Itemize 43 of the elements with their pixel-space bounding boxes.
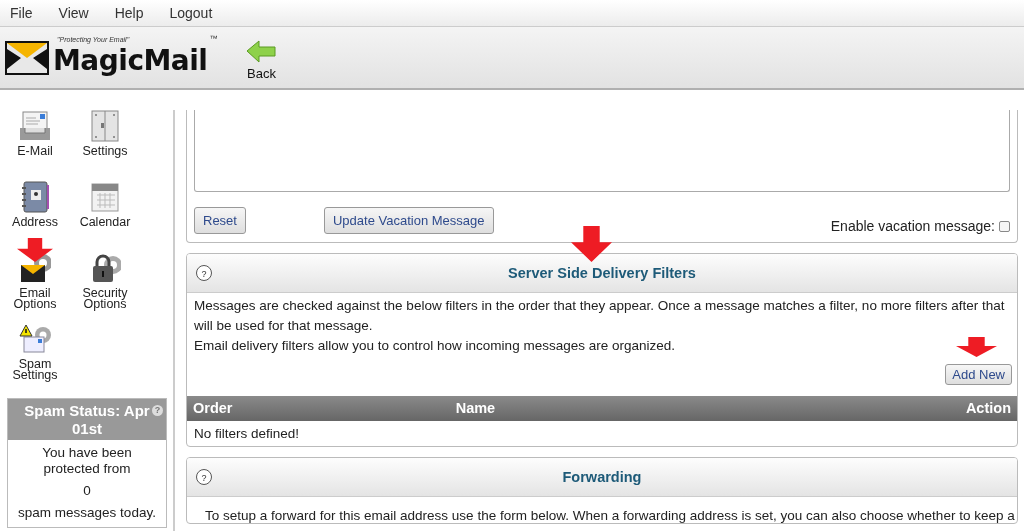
help-icon[interactable]: ?: [196, 265, 212, 281]
checkbox-label: Enable vacation message:: [830, 218, 995, 234]
menu-item[interactable]: Help: [114, 5, 144, 21]
spam-status-text: 0: [82, 483, 92, 499]
mail-tray-icon: [19, 110, 51, 142]
description-text: Messages are checked against the below filters in the order that they appear. Once a message matches a filter, no more filters after that will be used for that message.: [194, 297, 1006, 335]
sidebar-item[interactable]: Security Options: [70, 252, 140, 323]
address-book-icon: [19, 181, 51, 213]
reset-button[interactable]: Reset: [194, 207, 246, 234]
sidebar-item[interactable]: Settings: [70, 110, 140, 181]
checkbox[interactable]: [999, 220, 1010, 232]
calendar-icon: [89, 181, 121, 213]
description-text: To setup a forward for this email address use the form below. When a forwarding address is set, you can also choose whether to keep a: [204, 507, 1016, 523]
logo-text: MagicMail: [53, 44, 208, 77]
envelope-logo-icon: [5, 40, 49, 75]
back-button[interactable]: Back: [245, 38, 278, 81]
menu-item[interactable]: View: [58, 5, 89, 21]
sidebar-item[interactable]: Calendar: [70, 181, 140, 252]
help-icon[interactable]: ?: [196, 469, 212, 485]
warning-envelope-gear-icon: [19, 323, 51, 355]
empty-message: No filters defined!: [193, 425, 301, 443]
sidebar-item[interactable]: Address: [0, 181, 70, 252]
spam-status-text: You have been protected from: [41, 445, 133, 477]
panel-title: Server Side Delivery Filters: [508, 265, 696, 281]
annotation-arrow: [571, 226, 612, 262]
update-button[interactable]: Update Vacation Message: [323, 207, 494, 234]
cabinet-icon: [89, 110, 121, 142]
sidebar-item[interactable]: Spam Settings: [0, 323, 70, 394]
spam-status-title: Spam Status: Apr 01st: [24, 402, 150, 438]
annotation-arrow: [956, 337, 997, 357]
panel-title: Forwarding: [562, 469, 642, 485]
annotation-arrow: [17, 238, 53, 262]
spam-status-text: spam messages today.: [17, 505, 157, 521]
add-new-button[interactable]: Add New: [945, 364, 1012, 385]
column-header: Name: [455, 399, 497, 417]
left-arrow-icon: [245, 38, 278, 64]
menu-item[interactable]: Logout: [169, 5, 213, 21]
sidebar-item[interactable]: E-Mail: [0, 110, 70, 181]
message-field[interactable]: [194, 110, 1010, 192]
trademark-sign: ™: [209, 34, 218, 43]
column-header: Action: [964, 399, 1011, 417]
description-text: Email delivery filters allow you to control how incoming messages are organized.: [194, 337, 675, 355]
menu-item[interactable]: File: [10, 5, 33, 21]
